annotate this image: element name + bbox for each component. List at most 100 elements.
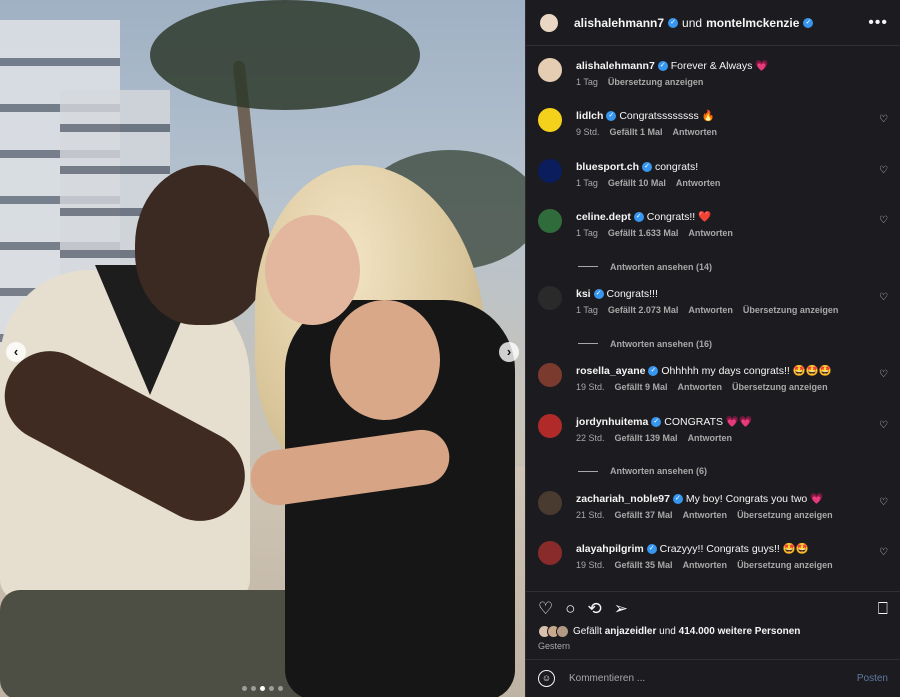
- likes-summary: Gefällt anjazeidler und 414.000 weitere …: [526, 625, 900, 638]
- heart-icon[interactable]: ♡: [879, 547, 888, 558]
- translate-link[interactable]: Übersetzung anzeigen: [737, 510, 833, 520]
- verified-icon: ✓: [646, 544, 657, 555]
- comment-item: zachariah_noble97 ✓ My boy! Congrats you …: [536, 485, 890, 536]
- comment-time[interactable]: 9 Std.: [576, 127, 600, 137]
- comment-username[interactable]: bluesport.ch: [576, 161, 639, 173]
- avatar[interactable]: [538, 11, 560, 34]
- share-icon[interactable]: ➢: [614, 599, 628, 619]
- reply-button[interactable]: Antworten: [673, 127, 718, 137]
- avatar[interactable]: [536, 361, 564, 389]
- reply-button[interactable]: Antworten: [688, 433, 733, 443]
- comment-username[interactable]: lidlch: [576, 110, 603, 122]
- heart-icon[interactable]: ♡: [538, 599, 553, 619]
- avatar[interactable]: [536, 411, 564, 440]
- comment-time[interactable]: 21 Std.: [576, 510, 605, 520]
- emoji-icon[interactable]: ☺: [538, 670, 555, 687]
- reply-button[interactable]: Antworten: [678, 382, 723, 392]
- view-replies-label: Antworten ansehen (6): [610, 466, 708, 477]
- bookmark-icon[interactable]: ⎕: [878, 599, 888, 619]
- heart-icon[interactable]: ♡: [879, 114, 888, 125]
- comment-text: Congratssssssss 🔥: [619, 110, 715, 122]
- comment-time[interactable]: 1 Tag: [576, 305, 598, 315]
- likes-user[interactable]: anjazeidler: [605, 626, 657, 637]
- translate-link[interactable]: Übersetzung anzeigen: [743, 305, 839, 315]
- likes-count[interactable]: 414.000 weitere Personen: [679, 626, 801, 637]
- avatar[interactable]: [536, 284, 564, 312]
- comment-time[interactable]: 1 Tag: [576, 77, 598, 87]
- comment-text: congrats!: [654, 160, 699, 173]
- reply-button[interactable]: Antworten: [683, 510, 728, 520]
- view-replies-button[interactable]: Antworten ansehen (16): [578, 331, 890, 358]
- comment-username[interactable]: ksi: [576, 288, 591, 300]
- comment-time[interactable]: 1 Tag: [576, 228, 598, 238]
- likes-prefix: Gefällt: [573, 626, 602, 637]
- avatar[interactable]: [536, 156, 564, 185]
- comment-time[interactable]: 19 Std.: [576, 560, 605, 570]
- comment-item: rosella_ayane ✓ Ohhhhh my days congrats!!…: [536, 357, 890, 408]
- comment-likes[interactable]: Gefällt 1.633 Mal: [608, 228, 679, 238]
- comment-icon[interactable]: ○: [565, 599, 575, 619]
- translate-link[interactable]: Übersetzung anzeigen: [737, 560, 833, 570]
- comment-likes[interactable]: Gefällt 2.073 Mal: [608, 305, 679, 315]
- comment-username[interactable]: alishalehmann7: [576, 60, 655, 72]
- heart-icon[interactable]: ♡: [879, 497, 888, 508]
- heart-icon[interactable]: ♡: [879, 369, 888, 380]
- heart-icon[interactable]: ♡: [879, 292, 888, 303]
- carousel-next-button[interactable]: ›: [499, 342, 519, 362]
- carousel-prev-button[interactable]: ‹: [6, 342, 26, 362]
- avatar[interactable]: [536, 539, 564, 567]
- verified-icon: ✓: [642, 161, 653, 172]
- comment-time[interactable]: 22 Std.: [576, 433, 605, 443]
- post-comment-button[interactable]: Posten: [857, 673, 888, 684]
- comment-username[interactable]: jordynhuitema: [576, 416, 648, 428]
- post-date[interactable]: Gestern: [526, 638, 900, 659]
- heart-icon[interactable]: ♡: [879, 215, 888, 226]
- comment-likes[interactable]: Gefällt 1 Mal: [610, 127, 663, 137]
- avatar[interactable]: [536, 207, 564, 235]
- post-dialog: ‹ › alishalehmann7 ✓ und montelmckenzie …: [0, 0, 900, 697]
- reply-button[interactable]: Antworten: [688, 228, 733, 238]
- verified-icon: ✓: [648, 366, 659, 377]
- view-replies-button[interactable]: Antworten ansehen (6): [578, 458, 890, 485]
- post-media[interactable]: ‹ ›: [0, 0, 525, 697]
- comment-username[interactable]: celine.dept: [576, 211, 631, 223]
- comment-text: My boy! Congrats you two 💗: [685, 492, 824, 505]
- comment-likes[interactable]: Gefällt 35 Mal: [615, 560, 673, 570]
- carousel-dot: [242, 686, 247, 691]
- comment-input[interactable]: Kommentieren ...: [569, 673, 857, 684]
- author-username[interactable]: alishalehmann7: [574, 16, 664, 30]
- author-connector: und: [682, 15, 703, 30]
- comment-time[interactable]: 19 Std.: [576, 382, 605, 392]
- heart-icon[interactable]: ♡: [879, 420, 888, 431]
- view-replies-button[interactable]: Antworten ansehen (14): [578, 254, 890, 281]
- verified-icon: ✓: [672, 493, 683, 504]
- comment-time[interactable]: 1 Tag: [576, 178, 598, 188]
- comment-item: celine.dept ✓ Congrats!! ❤️ 1 Tag Gefällt 1…: [536, 203, 890, 254]
- reply-button[interactable]: Antworten: [676, 178, 721, 188]
- heart-icon[interactable]: ♡: [879, 165, 888, 176]
- avatar[interactable]: [536, 488, 564, 517]
- avatar[interactable]: [536, 56, 564, 84]
- comment-username[interactable]: rosella_ayane: [576, 365, 645, 377]
- comment-text: Ohhhhh my days congrats!! 🤩🤩🤩: [661, 365, 832, 377]
- comment-likes[interactable]: Gefällt 139 Mal: [615, 433, 678, 443]
- reply-button[interactable]: Antworten: [683, 560, 728, 570]
- comment-item: alayahpilgrim ✓ Crazyyy!! Congrats guys!!…: [536, 535, 890, 586]
- verified-icon: ✓: [803, 17, 814, 28]
- comment-likes[interactable]: Gefällt 10 Mal: [608, 178, 666, 188]
- more-horizontal-icon[interactable]: •••: [868, 14, 888, 32]
- avatar[interactable]: [536, 106, 564, 134]
- carousel-dots: [0, 686, 525, 691]
- verified-icon: ✓: [606, 111, 617, 122]
- comment-username[interactable]: alayahpilgrim: [576, 543, 644, 555]
- comment-likes[interactable]: Gefällt 9 Mal: [615, 382, 668, 392]
- translate-link[interactable]: Übersetzung anzeigen: [608, 77, 704, 87]
- comment-username[interactable]: zachariah_noble97: [576, 493, 670, 505]
- reply-button[interactable]: Antworten: [688, 305, 733, 315]
- translate-link[interactable]: Übersetzung anzeigen: [732, 382, 828, 392]
- author-username[interactable]: montelmckenzie: [706, 16, 799, 30]
- repost-icon[interactable]: ⟲: [588, 599, 602, 619]
- verified-icon: ✓: [593, 289, 604, 300]
- comment-text: Congrats!!!: [606, 288, 658, 300]
- comment-likes[interactable]: Gefällt 37 Mal: [615, 510, 673, 520]
